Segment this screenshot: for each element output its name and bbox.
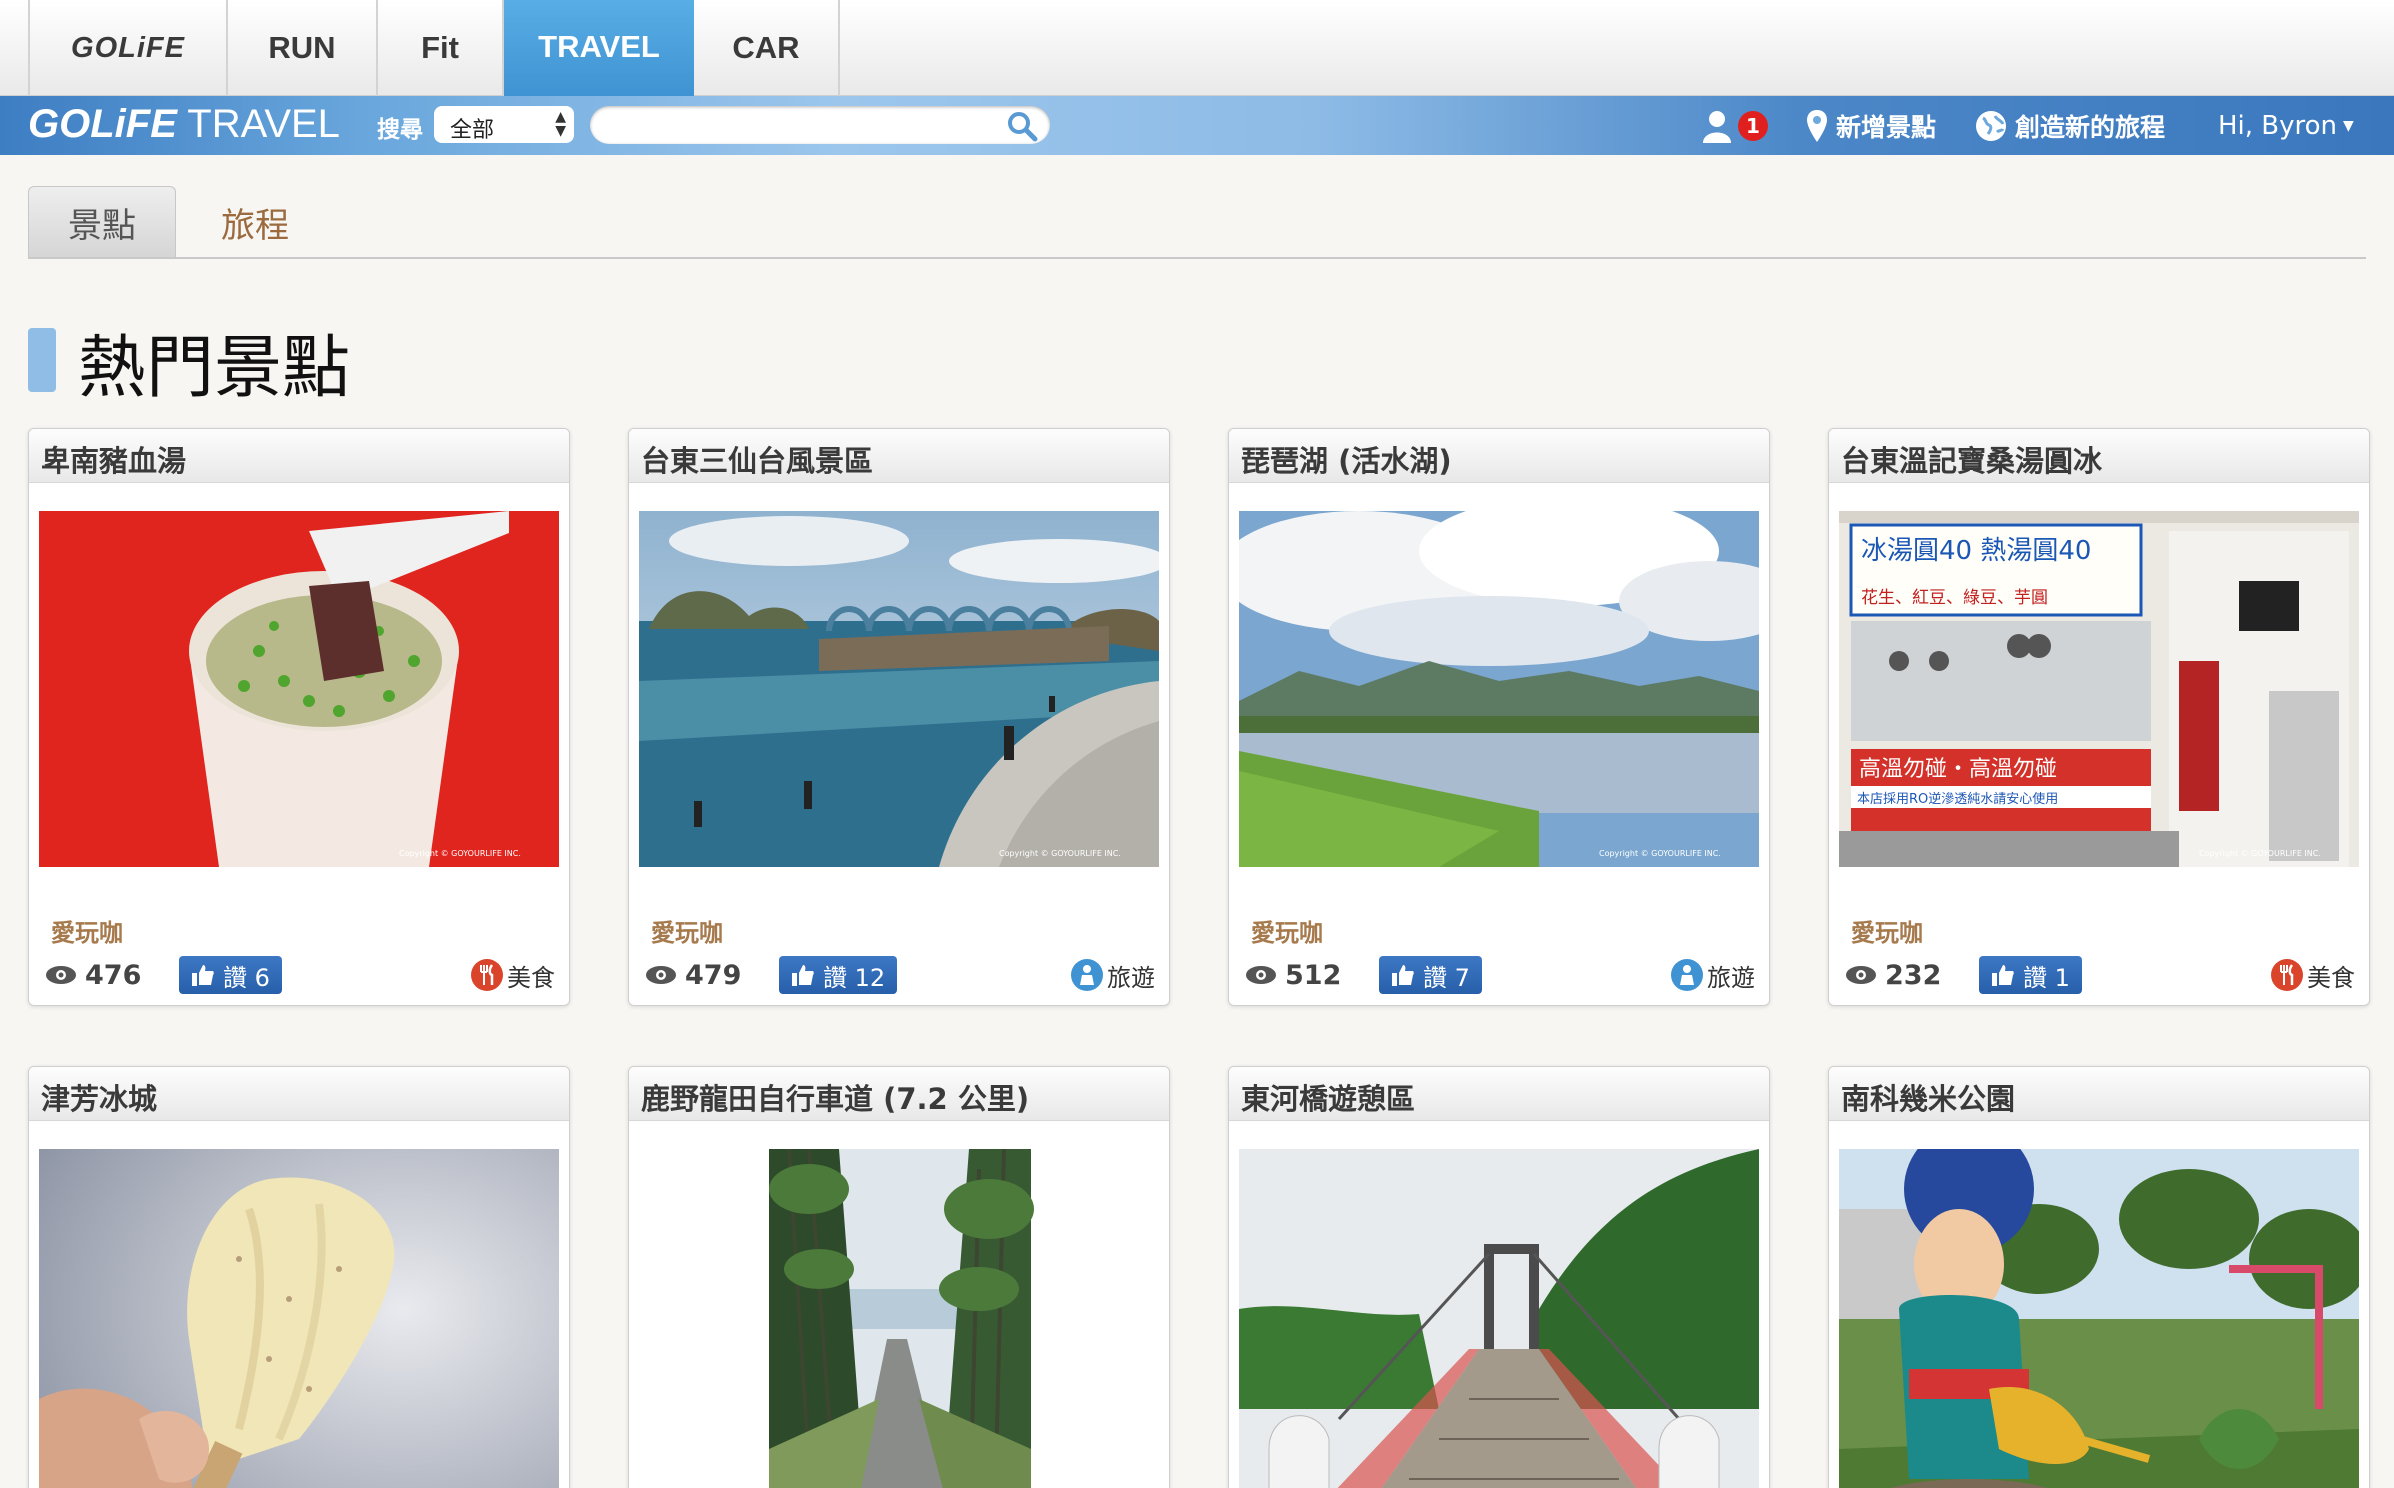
notifications[interactable]: 1 [1700, 96, 1768, 155]
view-count: 512 [1245, 960, 1379, 991]
brand-logo[interactable]: GOLiFE TRAVEL [28, 102, 340, 147]
product-tab-bar: GOLiFE RUN Fit TRAVEL CAR [0, 0, 2394, 96]
copyright-text: Copyright © GOYOURLIFE INC. [1599, 849, 1721, 858]
spot-card[interactable]: 卑南豬血湯 Copyright © GOYOURLIFE INC. 愛玩咖 47… [28, 428, 570, 1006]
card-title[interactable]: 東河橋遊憩區 [1229, 1067, 1769, 1121]
spot-photo[interactable] [1839, 1149, 2359, 1488]
tab-trips[interactable]: 旅程 [180, 186, 330, 258]
card-stats: 232 讚 1 美食 [1845, 953, 2355, 997]
add-spot-link[interactable]: 新增景點 [1806, 96, 1936, 155]
view-count: 479 [645, 960, 779, 991]
spot-photo[interactable] [39, 1149, 559, 1488]
search-icon[interactable] [1006, 110, 1038, 142]
spot-photo[interactable]: Copyright © GOYOURLIFE INC. [39, 511, 559, 867]
thumbs-up-icon [792, 965, 814, 986]
like-button[interactable]: 讚 6 [179, 956, 282, 994]
thumbs-up-icon [192, 965, 214, 986]
spot-card[interactable]: 台東三仙台風景區 Copyright © GOYOURLIFE INC. 愛玩咖… [628, 428, 1170, 1006]
spot-photo[interactable]: 冰湯圓40 熱湯圓40 花生、紅豆、綠豆、芋圓 高溫勿碰・高溫勿碰 本店採用RO… [1839, 511, 2359, 867]
tab-fit[interactable]: Fit [378, 0, 504, 96]
category-label[interactable]: 美食 [471, 958, 555, 993]
shop-sign-text: 花生、紅豆、綠豆、芋圓 [1861, 588, 2048, 608]
spot-card[interactable]: 台東溫記寶桑湯圓冰 冰湯圓40 熱湯圓40 花生、紅豆、綠豆、芋圓 高溫勿碰・高… [1828, 428, 2370, 1006]
notification-badge: 1 [1738, 110, 1768, 141]
eye-icon [1846, 966, 1876, 984]
copyright-text: Copyright © GOYOURLIFE INC. [2199, 849, 2321, 858]
tab-travel[interactable]: TRAVEL [504, 0, 694, 96]
eye-icon [1246, 966, 1276, 984]
search-label: 搜尋 [377, 117, 423, 143]
card-author[interactable]: 愛玩咖 [51, 913, 123, 948]
card-title[interactable]: 台東溫記寶桑湯圓冰 [1829, 429, 2369, 483]
tab-car[interactable]: CAR [694, 0, 840, 96]
card-title[interactable]: 琵琶湖 (活水湖) [1229, 429, 1769, 483]
category-label[interactable]: 旅遊 [1071, 958, 1155, 993]
spot-card[interactable]: 津芳冰城 [28, 1066, 570, 1488]
tab-run[interactable]: RUN [228, 0, 378, 96]
spot-photo[interactable]: Copyright © GOYOURLIFE INC. [1239, 511, 1759, 867]
spot-photo[interactable] [639, 1149, 1159, 1488]
spot-card[interactable]: 東河橋遊憩區 [1228, 1066, 1770, 1488]
eye-icon [646, 966, 676, 984]
thumbs-up-icon [1392, 965, 1414, 986]
copyright-text: Copyright © GOYOURLIFE INC. [999, 849, 1121, 858]
eye-icon [46, 966, 76, 984]
thumbs-up-icon [1992, 965, 2014, 986]
map-pin-icon [1807, 109, 1827, 142]
spot-photo[interactable] [1239, 1149, 1759, 1488]
card-author[interactable]: 愛玩咖 [1251, 913, 1323, 948]
card-stats: 479 讚 12 旅遊 [645, 953, 1155, 997]
view-count: 232 [1845, 960, 1979, 991]
like-button[interactable]: 讚 12 [779, 956, 898, 994]
tab-golife[interactable]: GOLiFE [28, 0, 228, 96]
travel-icon [1671, 959, 1703, 991]
like-button[interactable]: 讚 1 [1979, 956, 2082, 994]
copyright-text: Copyright © GOYOURLIFE INC. [399, 849, 521, 858]
category-label[interactable]: 美食 [2271, 958, 2355, 993]
search-input[interactable] [590, 106, 1050, 144]
spot-card[interactable]: 鹿野龍田自行車道 (7.2 公里) [628, 1066, 1170, 1488]
card-title[interactable]: 鹿野龍田自行車道 (7.2 公里) [629, 1067, 1169, 1121]
create-trip-link[interactable]: 創造新的旅程 [1975, 96, 2165, 155]
page-title: 熱門景點 [78, 329, 351, 408]
user-icon [1703, 110, 1731, 143]
food-icon [2271, 959, 2303, 991]
food-icon [471, 959, 503, 991]
spot-card[interactable]: 南科幾米公園 [1828, 1066, 2370, 1488]
card-stats: 512 讚 7 旅遊 [1245, 953, 1755, 997]
card-author[interactable]: 愛玩咖 [651, 913, 723, 948]
globe-icon [1976, 110, 2006, 141]
select-arrows-icon: ▲ ▼ [555, 109, 566, 139]
travel-icon [1071, 959, 1103, 991]
search-category-select[interactable]: 全部 ▲ ▼ [434, 106, 574, 143]
shop-sign-text: 本店採用RO逆滲透純水請安心使用 [1857, 791, 2058, 807]
tab-divider [28, 257, 2366, 259]
card-stats: 476 讚 6 美食 [45, 953, 555, 997]
view-count: 476 [45, 960, 179, 991]
section-marker [28, 328, 56, 392]
user-menu[interactable]: Hi, Byron ▼ [2218, 96, 2354, 155]
spot-photo[interactable]: Copyright © GOYOURLIFE INC. [639, 511, 1159, 867]
card-title[interactable]: 南科幾米公園 [1829, 1067, 2369, 1121]
travel-navbar: GOLiFE TRAVEL 搜尋 全部 ▲ ▼ 1 新增景點 創造新的旅程 Hi,… [0, 96, 2394, 155]
card-title[interactable]: 津芳冰城 [29, 1067, 569, 1121]
shop-sign-text: 高溫勿碰・高溫勿碰 [1859, 757, 2057, 782]
category-label[interactable]: 旅遊 [1671, 958, 1755, 993]
card-title[interactable]: 卑南豬血湯 [29, 429, 569, 483]
card-author[interactable]: 愛玩咖 [1851, 913, 1923, 948]
card-title[interactable]: 台東三仙台風景區 [629, 429, 1169, 483]
spot-card[interactable]: 琵琶湖 (活水湖) Copyright © GOYOURLIFE INC. 愛玩… [1228, 428, 1770, 1006]
shop-sign-text: 冰湯圓40 熱湯圓40 [1861, 536, 2091, 566]
like-button[interactable]: 讚 7 [1379, 956, 1482, 994]
chevron-down-icon: ▼ [2343, 117, 2354, 134]
tab-spots[interactable]: 景點 [28, 186, 176, 258]
